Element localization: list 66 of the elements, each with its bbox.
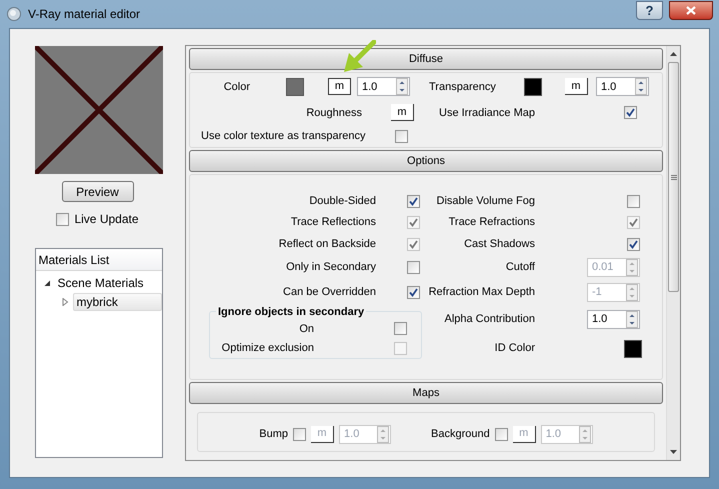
spin-box[interactable]: 1.0 [596, 77, 649, 96]
field-label: ID Color [494, 341, 535, 356]
color-swatch[interactable] [524, 78, 542, 96]
field-label: Color [222, 80, 250, 95]
expanded-triangle-icon[interactable] [44, 278, 50, 286]
checkbox-label: On [298, 322, 314, 336]
checkbox-label: Disable Volume Fog [436, 194, 535, 210]
checkbox[interactable] [407, 195, 420, 208]
field-label: Alpha Contribution [443, 312, 535, 328]
close-button[interactable] [669, 0, 713, 20]
checkbox[interactable] [407, 286, 420, 299]
section-header[interactable]: Options [189, 150, 663, 172]
field-label: Roughness [305, 106, 362, 121]
spinner-arrows-icon[interactable] [626, 311, 638, 328]
checkbox[interactable] [395, 130, 408, 143]
checkbox[interactable] [293, 428, 306, 440]
spin-box[interactable]: 1.0 [357, 77, 410, 96]
window-title: V-Ray material editor [28, 6, 140, 23]
spin-box[interactable]: 1.0 [587, 310, 640, 329]
checkbox-label: Background [431, 426, 490, 442]
section-header[interactable]: Maps [189, 382, 663, 404]
scroll-thumb[interactable] [668, 62, 679, 292]
checkbox[interactable] [627, 238, 640, 250]
tree-item[interactable]: mybrick [72, 292, 162, 310]
checkbox[interactable] [624, 106, 637, 120]
spinner-arrows-icon[interactable] [578, 426, 591, 442]
map-button[interactable]: m [328, 78, 351, 96]
checkbox-label: Can be Overridden [282, 285, 376, 300]
spinner-arrows-icon[interactable] [396, 78, 408, 96]
grip-icon [670, 174, 676, 180]
color-swatch[interactable] [286, 78, 304, 96]
help-button[interactable]: ? [636, 0, 663, 20]
tree-item[interactable]: Scene Materials [54, 274, 147, 292]
spinner-arrows-icon[interactable] [377, 426, 390, 442]
color-swatch[interactable] [624, 340, 642, 358]
checkbox[interactable] [494, 428, 508, 440]
field-label: Transparency [429, 80, 497, 95]
checkbox[interactable] [56, 212, 70, 226]
scroll-up-icon[interactable] [670, 52, 677, 56]
checkbox[interactable] [407, 261, 420, 274]
checkbox-label: Use color texture as transparency [200, 128, 366, 144]
checkbox-label: Bump [259, 426, 288, 442]
collapsed-triangle-icon[interactable] [62, 298, 68, 306]
checkbox[interactable] [627, 195, 640, 208]
checkbox-label: Optimize exclusion [220, 341, 314, 356]
checkbox-label: Only in Secondary [285, 260, 376, 276]
checkbox-label: Trace Reflections [290, 215, 376, 230]
checkbox-label: Use Irradiance Map [439, 106, 536, 121]
checkbox[interactable] [394, 322, 407, 336]
scrollbar[interactable] [666, 46, 680, 460]
spinner-arrows-icon[interactable] [635, 78, 647, 96]
group-title: Ignore objects in secondary [216, 304, 366, 320]
app-icon [6, 6, 22, 22]
section-header[interactable]: Diffuse [189, 48, 663, 70]
checkbox-label: Trace Refractions [448, 215, 535, 230]
checkbox-label: Double-Sided [308, 194, 376, 210]
preview-button[interactable]: Preview [62, 181, 134, 202]
checkbox-label: Live Update [74, 211, 139, 228]
scroll-down-icon[interactable] [670, 450, 677, 454]
checkbox-label: Reflect on Backside [278, 236, 376, 252]
field-label: Cutoff [504, 260, 535, 276]
field-label: Refraction Max Depth [428, 285, 535, 300]
map-button[interactable]: m [391, 104, 414, 122]
checkbox-label: Cast Shadows [463, 236, 535, 252]
map-button[interactable]: m [565, 78, 588, 96]
close-icon [686, 6, 696, 14]
